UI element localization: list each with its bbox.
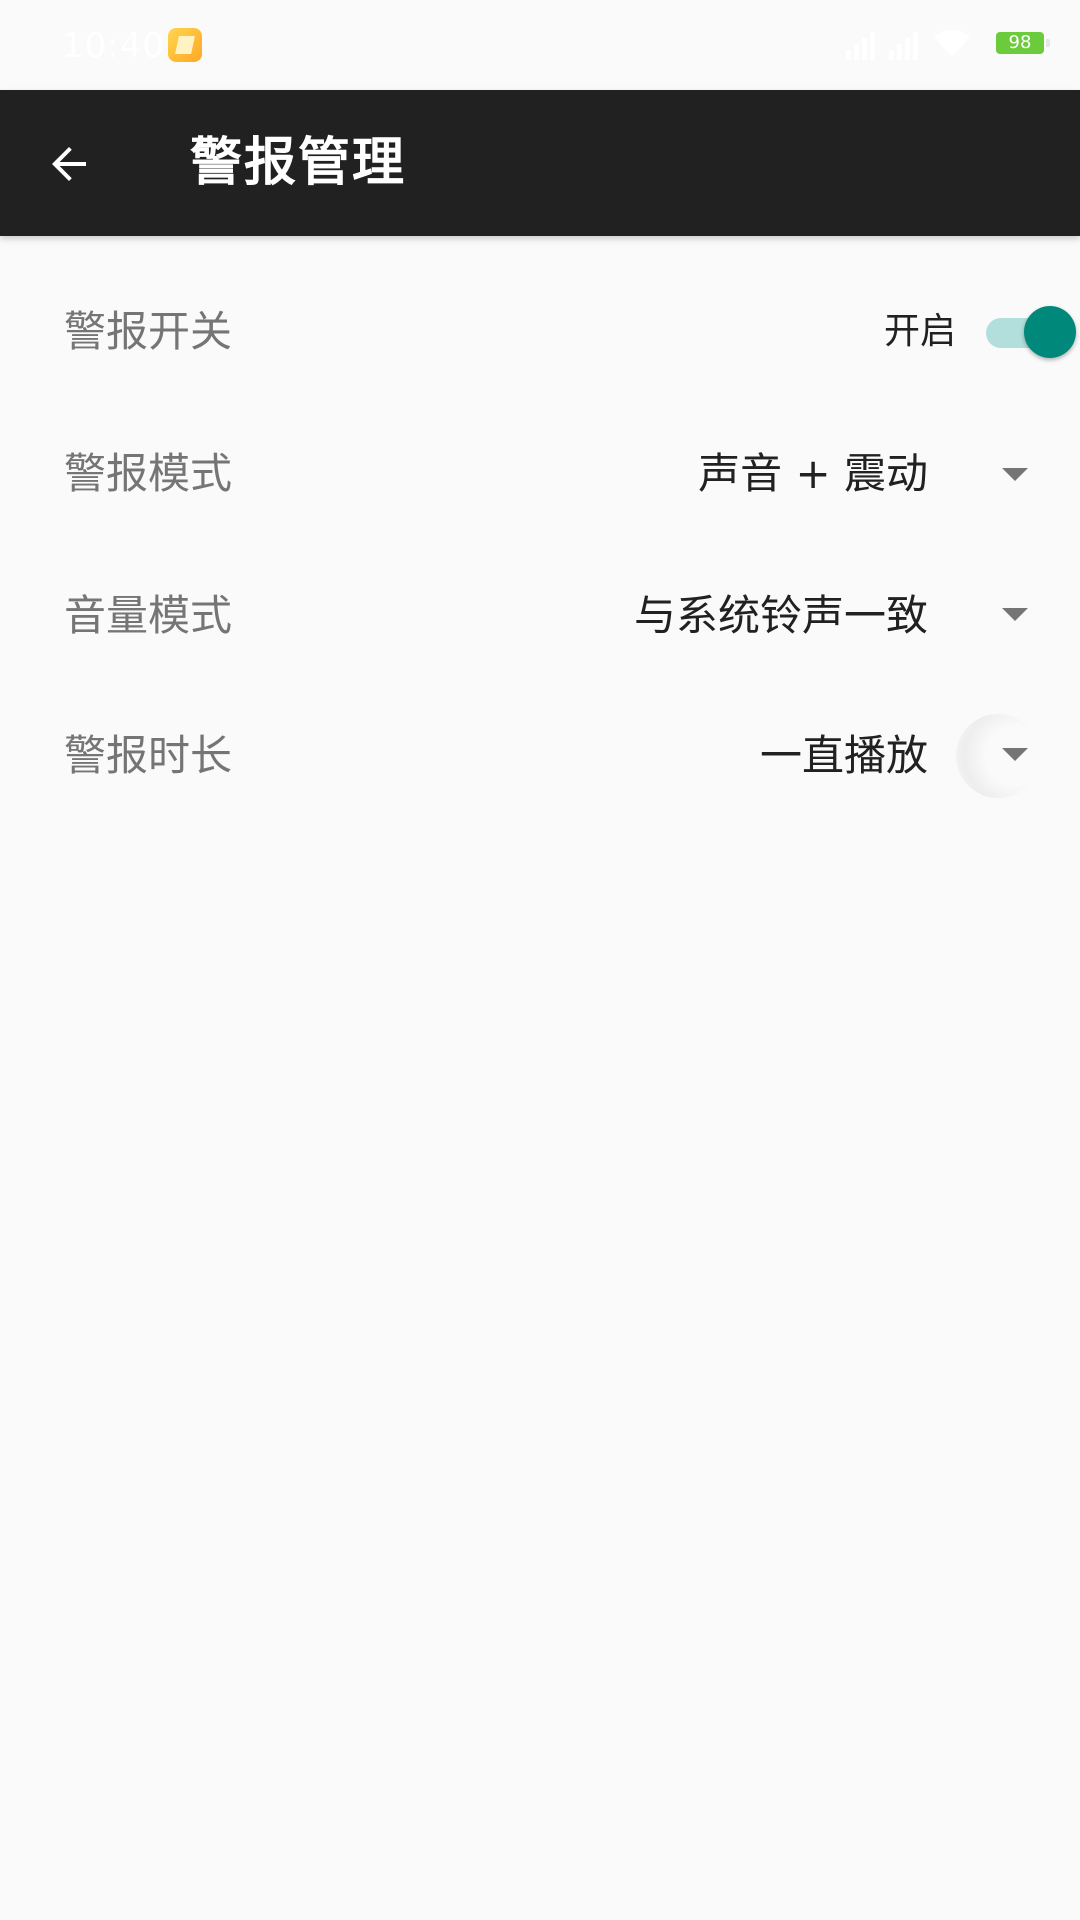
status-time: 10:40 bbox=[62, 26, 165, 66]
alarm-switch-state-text: 开启 bbox=[883, 311, 956, 352]
signal-strength-icon-2 bbox=[889, 26, 918, 60]
alarm-switch-label: 警报开关 bbox=[64, 307, 233, 356]
alarm-duration-value: 一直播放 bbox=[759, 731, 928, 780]
alarm-mode-value: 声音 + 震动 bbox=[698, 449, 928, 498]
triangle-down-icon bbox=[1002, 608, 1028, 621]
app-bar: 警报管理 bbox=[0, 90, 1080, 236]
volume-mode-value: 与系统铃声一致 bbox=[633, 591, 928, 640]
page-title: 警报管理 bbox=[190, 133, 407, 193]
status-indicators: 98 bbox=[846, 26, 1050, 60]
arrow-left-icon bbox=[52, 147, 86, 181]
alarm-switch-toggle[interactable] bbox=[986, 306, 1076, 358]
battery-icon: 98 bbox=[996, 32, 1050, 54]
triangle-down-icon bbox=[1002, 748, 1028, 761]
settings-list: 警报开关 开启 警报模式 声音 + 震动 音量模式 与系统铃声一致 警报时长 一… bbox=[0, 262, 1080, 826]
alarm-switch-row: 警报开关 开启 bbox=[0, 262, 1080, 402]
switch-thumb bbox=[1024, 306, 1076, 358]
back-button[interactable] bbox=[34, 128, 106, 200]
alarm-duration-row: 警报时长 一直播放 bbox=[0, 686, 1080, 826]
alarm-duration-label: 警报时长 bbox=[64, 731, 233, 780]
note-app-icon bbox=[168, 28, 202, 62]
signal-strength-icon bbox=[846, 26, 875, 60]
volume-mode-row: 音量模式 与系统铃声一致 bbox=[0, 546, 1080, 686]
volume-mode-label: 音量模式 bbox=[64, 591, 233, 640]
alarm-mode-label: 警报模式 bbox=[64, 449, 233, 498]
alarm-mode-row: 警报模式 声音 + 震动 bbox=[0, 402, 1080, 546]
wifi-icon bbox=[934, 29, 970, 57]
triangle-down-icon bbox=[1002, 468, 1028, 481]
status-bar: 10:40 98 bbox=[0, 0, 1080, 90]
